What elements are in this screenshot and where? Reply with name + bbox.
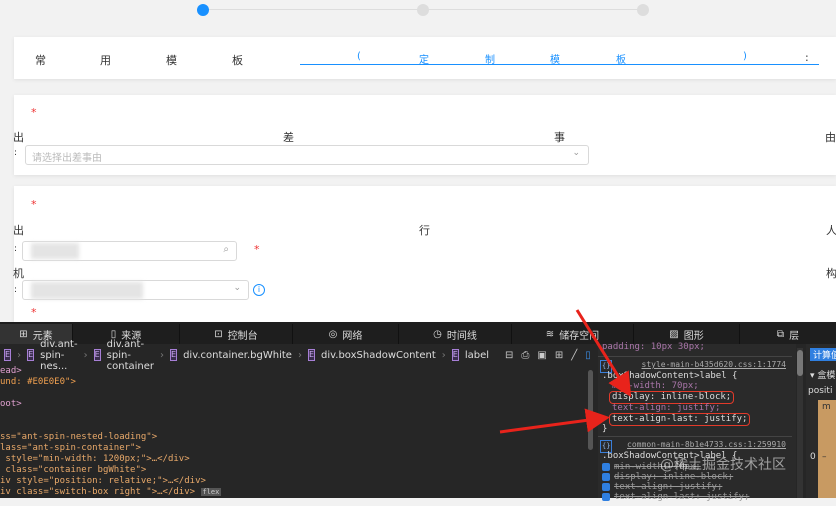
arrow-down (575, 309, 632, 398)
arrow-right (499, 408, 610, 434)
annotation-arrows (499, 309, 632, 434)
